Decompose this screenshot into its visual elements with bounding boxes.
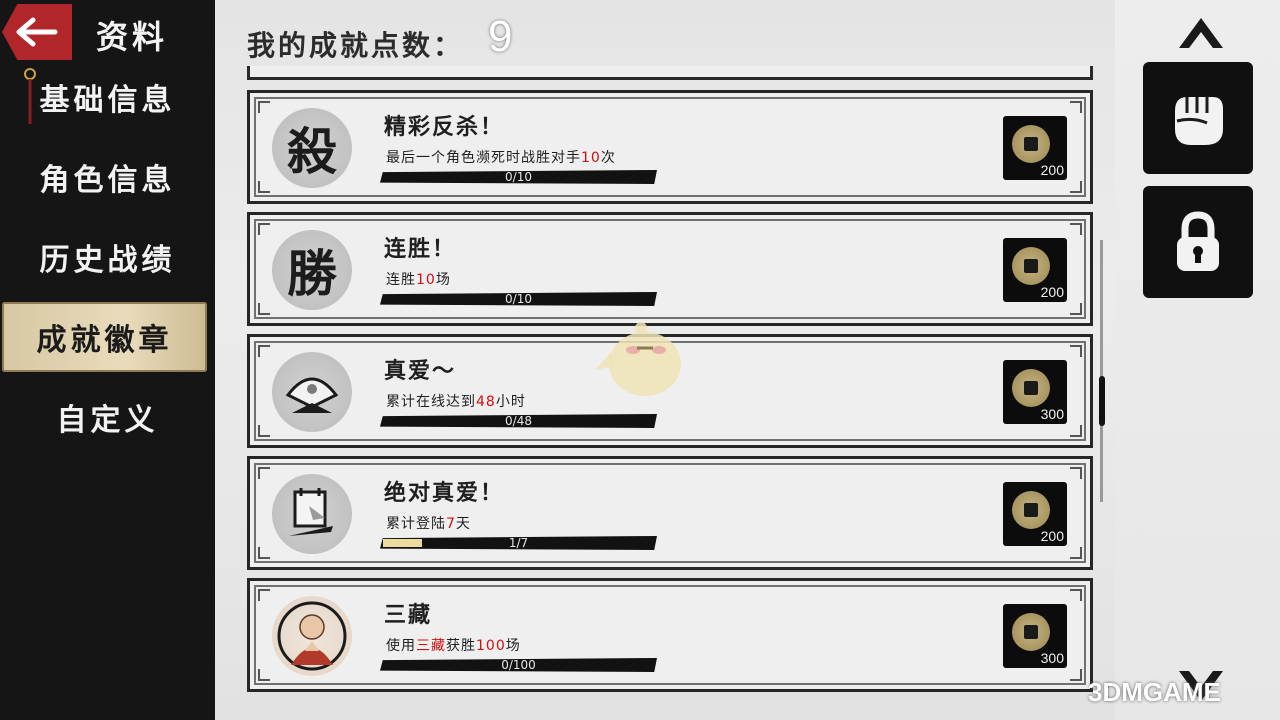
progress-text: 0/10 [505, 292, 532, 306]
reward-value: 200 [1040, 284, 1064, 300]
win-badge-icon: 勝 [272, 230, 352, 310]
achievement-card[interactable]: 绝对真爱！ 累计登陆7天 1/7 200 [247, 456, 1093, 570]
progress-text: 0/100 [501, 658, 536, 672]
sidebar-item-label: 历史战绩 [39, 243, 176, 278]
scrollbar-track[interactable] [1100, 240, 1103, 502]
badge-glyph: 勝 [287, 244, 337, 303]
kill-badge-icon: 殺 [272, 108, 352, 188]
reward-box[interactable]: 300 [1003, 604, 1067, 668]
scrollbar-thumb[interactable] [1099, 376, 1105, 426]
achievement-title: 精彩反杀！ [384, 115, 505, 140]
sidebar-item-achievements[interactable]: 成就徽章 [2, 302, 207, 372]
points-label: 我的成就点数： [247, 29, 465, 62]
sidebar-item-label: 角色信息 [39, 163, 176, 198]
sidebar-item-customize[interactable]: 自定义 [0, 382, 215, 452]
sidebar-item-basic-info[interactable]: 基础信息 [0, 62, 215, 132]
achievement-description: 使用三藏获胜100场 [386, 638, 521, 654]
reward-value: 200 [1040, 528, 1064, 544]
calendar-icon [289, 488, 333, 536]
coin-icon [1012, 369, 1050, 407]
back-button[interactable] [2, 4, 72, 60]
achievement-title: 三藏 [384, 603, 433, 628]
sidebar-item-character-info[interactable]: 角色信息 [0, 142, 215, 212]
achievement-description: 累计在线达到48小时 [386, 394, 526, 410]
achievements-panel: 我的成就点数： 9 殺 精彩反杀！ 最后一个角色濒死时战胜对手10次 0/10 … [215, 0, 1115, 720]
fan-badge-icon [272, 352, 352, 432]
sidebar-item-history[interactable]: 历史战绩 [0, 222, 215, 292]
sidebar-item-label: 成就徽章 [36, 323, 173, 358]
back-arrow-icon [16, 17, 58, 47]
monk-portrait-icon [277, 601, 347, 671]
achievement-description: 最后一个角色濒死时战胜对手10次 [386, 150, 616, 166]
lock-icon [1177, 211, 1219, 271]
tab-fist[interactable] [1143, 62, 1253, 174]
achievement-card[interactable]: 三藏 使用三藏获胜100场 0/100 300 [247, 578, 1093, 692]
tab-locked[interactable] [1143, 186, 1253, 298]
reward-box[interactable]: 200 [1003, 116, 1067, 180]
reward-box[interactable]: 200 [1003, 238, 1067, 302]
achievement-title: 绝对真爱！ [384, 481, 505, 506]
sidebar-title: 资料 [96, 18, 169, 56]
calendar-badge-icon [272, 474, 352, 554]
reward-value: 200 [1040, 162, 1064, 178]
achievement-card[interactable]: 勝 连胜！ 连胜10场 0/10 200 [247, 212, 1093, 326]
achievement-description: 累计登陆7天 [386, 516, 471, 532]
progress-text: 0/10 [505, 170, 532, 184]
points-value: 9 [488, 12, 513, 61]
reward-value: 300 [1040, 650, 1064, 666]
sidebar: 资料 基础信息 角色信息 历史战绩 成就徽章 自定义 [0, 0, 215, 720]
reward-box[interactable]: 300 [1003, 360, 1067, 424]
sidebar-item-label: 基础信息 [39, 83, 176, 118]
watermark-text: 3DMGAME [1088, 676, 1221, 707]
right-panel [1115, 0, 1280, 720]
scroll-up-icon[interactable] [1175, 14, 1227, 54]
fan-icon [285, 377, 339, 413]
sidebar-item-label: 自定义 [56, 403, 159, 438]
reward-value: 300 [1040, 406, 1064, 422]
achievement-title: 真爱～ [384, 359, 457, 384]
achievement-description: 连胜10场 [386, 272, 451, 288]
progress-text: 1/7 [508, 536, 529, 550]
reward-box[interactable]: 200 [1003, 482, 1067, 546]
fist-icon [1175, 97, 1223, 145]
monk-badge-icon [272, 596, 352, 676]
mascot-watermark-icon [595, 322, 681, 396]
badge-glyph: 殺 [287, 122, 337, 181]
previous-card-edge [247, 66, 1093, 80]
coin-icon [1012, 247, 1050, 285]
site-watermark: 3DMGAME [1088, 672, 1278, 712]
progress-text: 0/48 [505, 414, 532, 428]
coin-icon [1012, 613, 1050, 651]
achievement-card[interactable]: 殺 精彩反杀！ 最后一个角色濒死时战胜对手10次 0/10 200 [247, 90, 1093, 204]
coin-icon [1012, 125, 1050, 163]
achievement-title: 连胜！ [384, 237, 457, 262]
coin-icon [1012, 491, 1050, 529]
